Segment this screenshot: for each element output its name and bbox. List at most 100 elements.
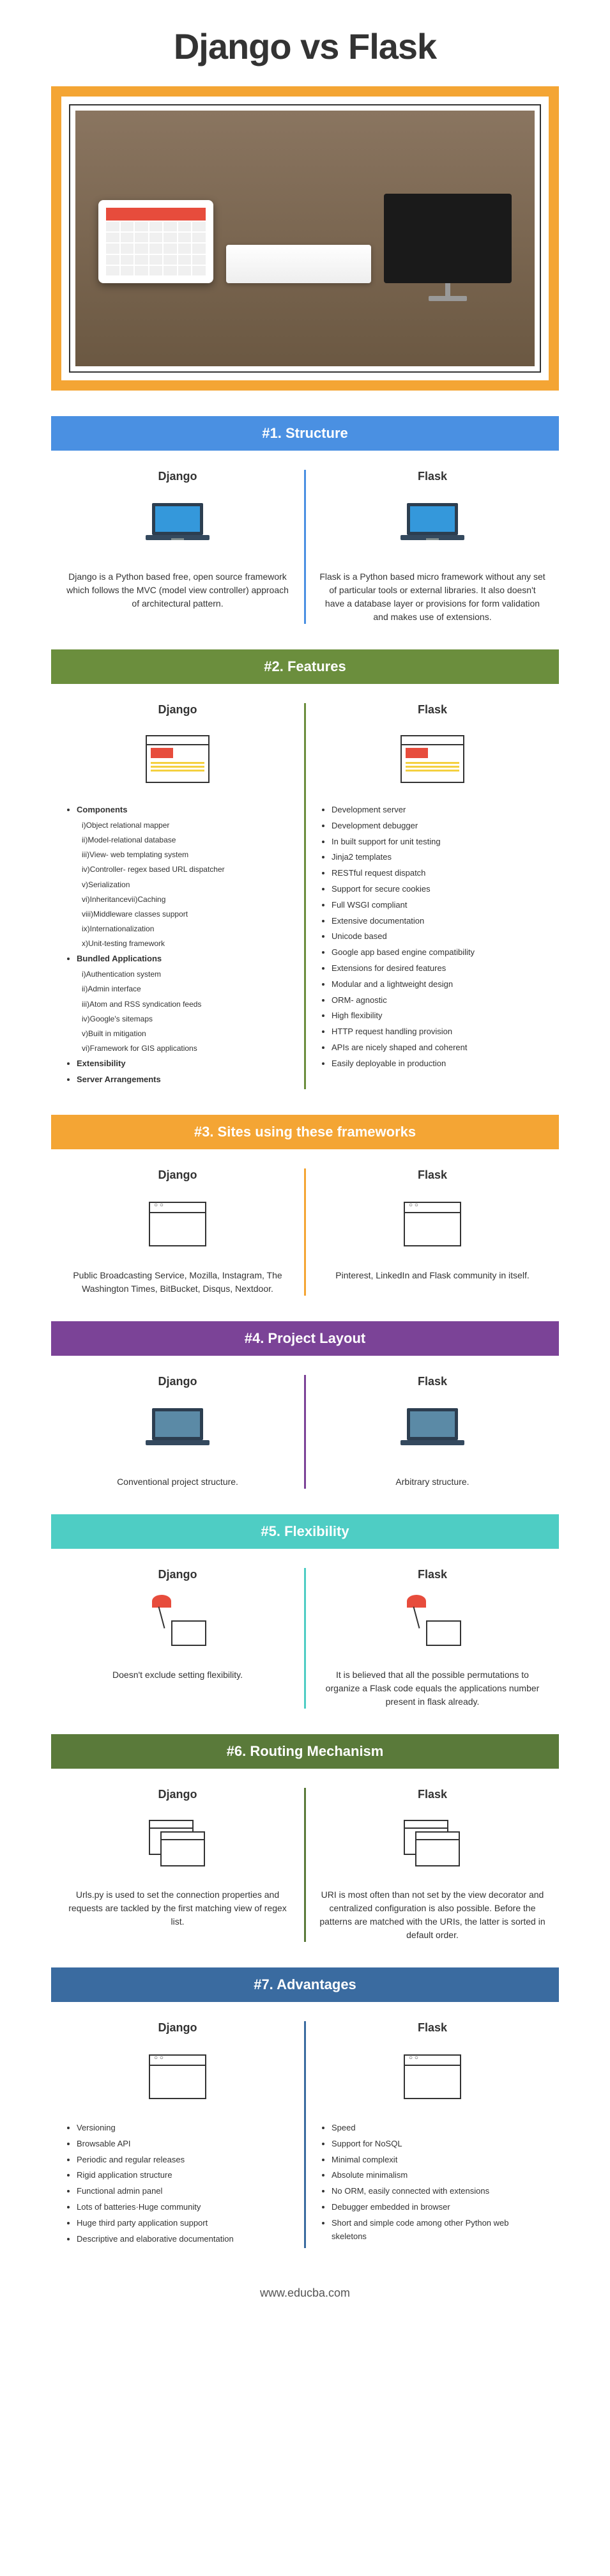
keyboard-icon [226,245,371,283]
list-item: iii)Atom and RSS syndication feeds [82,998,291,1011]
flexibility-django-text: Doesn't exclude setting flexibility. [64,1668,291,1682]
features-django-list: Components i)Object relational mapperii)… [64,803,291,1087]
desk-lamp-icon [400,1595,464,1652]
browser-icon [149,1202,206,1246]
list-item: Absolute minimalism [332,2169,546,2182]
list-item: Full WSGI compliant [332,899,546,912]
layout-django-text: Conventional project structure. [64,1475,291,1489]
list-item: Extensive documentation [332,915,546,928]
stacked-windows-icon [404,1820,461,1868]
list-item: ix)Internationalization [82,923,291,935]
list-item: ii)Admin interface [82,983,291,995]
list-item: Short and simple code among other Python… [332,2217,546,2244]
col-title-flask: Flask [319,470,546,483]
list-item: Speed [332,2122,546,2135]
col-title-flask: Flask [319,1168,546,1182]
hero-image [75,111,535,366]
col-title-django: Django [64,703,291,717]
browser-icon [404,1202,461,1246]
col-title-django: Django [64,1375,291,1388]
laptop-icon [394,1405,471,1456]
list-item: Modular and a lightweight design [332,978,546,991]
col-title-django: Django [64,1168,291,1182]
list-item: viii)Middleware classes support [82,908,291,920]
list-item: iv)Controller- regex based URL dispatche… [82,864,291,876]
layout-flask-text: Arbitrary structure. [319,1475,546,1489]
col-title-django: Django [64,1788,291,1801]
section-header-sites: #3. Sites using these frameworks [51,1115,559,1149]
list-item: HTTP request handling provision [332,1025,546,1039]
list-item: Lots of batteries·Huge community [77,2201,291,2214]
list-item: i)Authentication system [82,968,291,981]
list-item: Server Arrangements [77,1073,291,1087]
list-item: Google app based engine compatibility [332,946,546,959]
list-item: Functional admin panel [77,2185,291,2198]
comparison-features: Django Components i)Object relational ma… [51,703,559,1089]
list-item: i)Object relational mapper [82,819,291,832]
list-item: v)Built in mitigation [82,1028,291,1040]
col-title-flask: Flask [319,1788,546,1801]
laptop-icon [139,1405,216,1456]
features-flask-list: Development server Development debugger In… [319,803,546,1071]
list-item: Jinja2 templates [332,851,546,864]
sites-django-text: Public Broadcasting Service, Mozilla, In… [64,1269,291,1296]
structure-flask-text: Flask is a Python based micro framework … [319,570,546,624]
list-item: Extensions for desired features [332,962,546,975]
list-item: iv)Google's sitemaps [82,1013,291,1025]
comparison-sites: Django Public Broadcasting Service, Mozi… [51,1168,559,1296]
list-item: Development server [332,803,546,817]
sites-flask-text: Pinterest, LinkedIn and Flask community … [319,1269,546,1282]
list-item: In built support for unit testing [332,835,546,849]
footer-url: www.educba.com [51,2274,559,2313]
browser-icon [149,2054,206,2099]
list-item: Development debugger [332,819,546,833]
advantages-flask-list: SpeedSupport for NoSQLMinimal complexitA… [319,2122,546,2243]
list-item: v)Serialization [82,879,291,891]
page-title: Django vs Flask [51,26,559,67]
stacked-windows-icon [149,1820,206,1868]
list-item: Descriptive and elaborative documentatio… [77,2233,291,2246]
comparison-layout: Django Conventional project structure. F… [51,1375,559,1489]
col-title-flask: Flask [319,1375,546,1388]
list-item: Versioning [77,2122,291,2135]
monitor-icon [384,194,512,283]
col-title-django: Django [64,2021,291,2035]
list-item: Rigid application structure [77,2169,291,2182]
section-header-features: #2. Features [51,649,559,684]
col-title-flask: Flask [319,2021,546,2035]
col-title-django: Django [64,1568,291,1581]
advantages-django-list: Versioning Browsable API Periodic and regu… [64,2122,291,2246]
list-item: Periodic and regular releases [77,2153,291,2167]
list-item: Extensibility [77,1057,291,1071]
list-item: ORM- agnostic [332,994,546,1007]
list-item: Easily deployable in production [332,1057,546,1071]
monitor-window-icon [146,735,210,783]
routing-django-text: Urls.py is used to set the connection pr… [64,1888,291,1928]
list-item: x)Unit-testing framework [82,938,291,950]
list-item: Huge third party application support [77,2217,291,2230]
comparison-structure: Django Django is a Python based free, op… [51,470,559,624]
section-header-advantages: #7. Advantages [51,1967,559,2002]
list-item: Support for NoSQL [332,2138,546,2151]
section-header-structure: #1. Structure [51,416,559,451]
laptop-icon [394,500,471,551]
list-item: vi)Framework for GIS applications [82,1043,291,1055]
list-item: vi)Inheritancevii)Caching [82,894,291,906]
section-header-flexibility: #5. Flexibility [51,1514,559,1549]
structure-django-text: Django is a Python based free, open sour… [64,570,291,610]
list-item: Debugger embedded in browser [332,2201,546,2214]
list-item: RESTful request dispatch [332,867,546,880]
list-item: Bundled Applications [77,952,291,966]
col-title-django: Django [64,470,291,483]
list-item: High flexibility [332,1009,546,1023]
section-header-layout: #4. Project Layout [51,1321,559,1356]
list-item: Support for secure cookies [332,883,546,896]
list-item: No ORM, easily connected with extensions [332,2185,546,2198]
hero-image-frame [51,86,559,391]
list-item: Browsable API [77,2138,291,2151]
list-item: ii)Model-relational database [82,834,291,846]
list-item: iii)View- web templating system [82,849,291,861]
list-item: APIs are nicely shaped and coherent [332,1041,546,1055]
list-item: Unicode based [332,930,546,943]
col-title-flask: Flask [319,703,546,717]
